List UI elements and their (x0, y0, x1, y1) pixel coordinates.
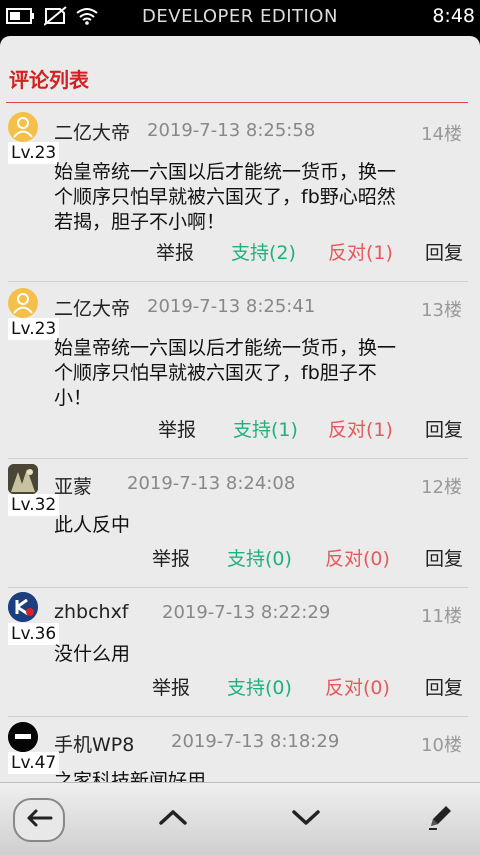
comment-line: 若揭，胆子不小啊！ (54, 211, 226, 233)
user-level: Lv.23 (8, 142, 60, 164)
user-level: Lv.47 (8, 752, 60, 774)
comment-line: 此人反中 (54, 514, 131, 536)
user-avatar[interactable] (8, 464, 38, 494)
comment-divider (8, 281, 468, 282)
user-name[interactable]: 亚蒙 (54, 472, 92, 499)
floor-number: 13楼 (421, 300, 462, 321)
comment-divider (8, 716, 468, 717)
comment-line: 小！ (54, 387, 93, 409)
bottom-toolbar (0, 782, 480, 855)
clock: 8:48 (432, 5, 475, 27)
comment-time: 2019-7-13 8:25:58 (147, 120, 316, 141)
comment-line: 没什么用 (54, 643, 131, 665)
report-button[interactable]: 举报 (156, 238, 194, 265)
comment-time: 2019-7-13 8:22:29 (162, 602, 331, 623)
reply-button[interactable]: 回复 (425, 415, 463, 442)
oppose-button[interactable]: 反对(1) (328, 238, 393, 265)
report-button[interactable]: 举报 (152, 673, 190, 700)
report-button[interactable]: 举报 (152, 544, 190, 571)
support-button[interactable]: 支持(2) (231, 238, 296, 265)
status-bar: DEVELOPER EDITION 8:48 (0, 0, 480, 36)
comment-divider (8, 458, 468, 459)
back-icon (24, 808, 54, 832)
down-chevron-icon (290, 807, 322, 831)
page-title: 评论列表 (9, 68, 89, 92)
floor-number: 12楼 (421, 477, 462, 498)
user-avatar[interactable] (8, 722, 38, 752)
title-divider (6, 102, 468, 103)
comment-time: 2019-7-13 8:25:41 (147, 296, 316, 317)
user-level: Lv.36 (8, 623, 60, 645)
write-comment-button[interactable] (420, 801, 460, 837)
oppose-button[interactable]: 反对(1) (328, 415, 393, 442)
reply-button[interactable]: 回复 (425, 238, 463, 265)
user-level: Lv.23 (8, 318, 60, 340)
user-name[interactable]: 手机WP8 (54, 730, 134, 757)
floor-number: 10楼 (421, 735, 462, 756)
scroll-down-button[interactable] (286, 801, 326, 837)
user-avatar[interactable] (8, 112, 38, 142)
support-button[interactable]: 支持(1) (233, 415, 298, 442)
floor-number: 14楼 (421, 124, 462, 145)
reply-button[interactable]: 回复 (425, 544, 463, 571)
comment-divider (8, 587, 468, 588)
comment-panel: 评论列表 Lv.23 二亿大帝 2019-7-13 8:25:58 14楼 始皇… (0, 36, 480, 782)
support-button[interactable]: 支持(0) (227, 673, 292, 700)
reply-button[interactable]: 回复 (425, 673, 463, 700)
user-level: Lv.32 (8, 494, 60, 516)
back-button[interactable] (13, 798, 65, 842)
comment-line: 个顺序只怕早就被六国灭了，fb野心昭然 (54, 186, 396, 208)
comment-text: 之家科技新闻好用 (54, 769, 454, 782)
user-avatar[interactable] (8, 592, 38, 622)
comment-line: 始皇帝统一六国以后才能统一货币，换一 (54, 337, 397, 359)
comment-text: 始皇帝统一六国以后才能统一货币，换一 个顺序只怕早就被六国灭了，fb野心昭然 若… (54, 160, 454, 235)
floor-number: 11楼 (421, 606, 462, 627)
comment-text: 始皇帝统一六国以后才能统一货币，换一 个顺序只怕早就被六国灭了，fb胆子不 小！ (54, 336, 454, 411)
user-name[interactable]: 二亿大帝 (54, 118, 130, 145)
edit-icon (425, 802, 455, 836)
user-name[interactable]: zhbchxf (54, 601, 129, 623)
report-button[interactable]: 举报 (158, 415, 196, 442)
comment-text: 此人反中 (54, 513, 454, 538)
comment-time: 2019-7-13 8:24:08 (127, 473, 296, 494)
oppose-button[interactable]: 反对(0) (325, 544, 390, 571)
comment-line: 之家科技新闻好用 (54, 770, 207, 782)
scroll-up-button[interactable] (153, 801, 193, 837)
user-name[interactable]: 二亿大帝 (54, 294, 130, 321)
support-button[interactable]: 支持(0) (227, 544, 292, 571)
edition-label: DEVELOPER EDITION (142, 6, 338, 27)
comment-line: 个顺序只怕早就被六国灭了，fb胆子不 (54, 362, 377, 384)
comment-text: 没什么用 (54, 642, 454, 667)
comment-line: 始皇帝统一六国以后才能统一货币，换一 (54, 161, 397, 183)
comment-time: 2019-7-13 8:18:29 (171, 731, 340, 752)
up-chevron-icon (157, 807, 189, 831)
oppose-button[interactable]: 反对(0) (325, 673, 390, 700)
user-avatar[interactable] (8, 288, 38, 318)
